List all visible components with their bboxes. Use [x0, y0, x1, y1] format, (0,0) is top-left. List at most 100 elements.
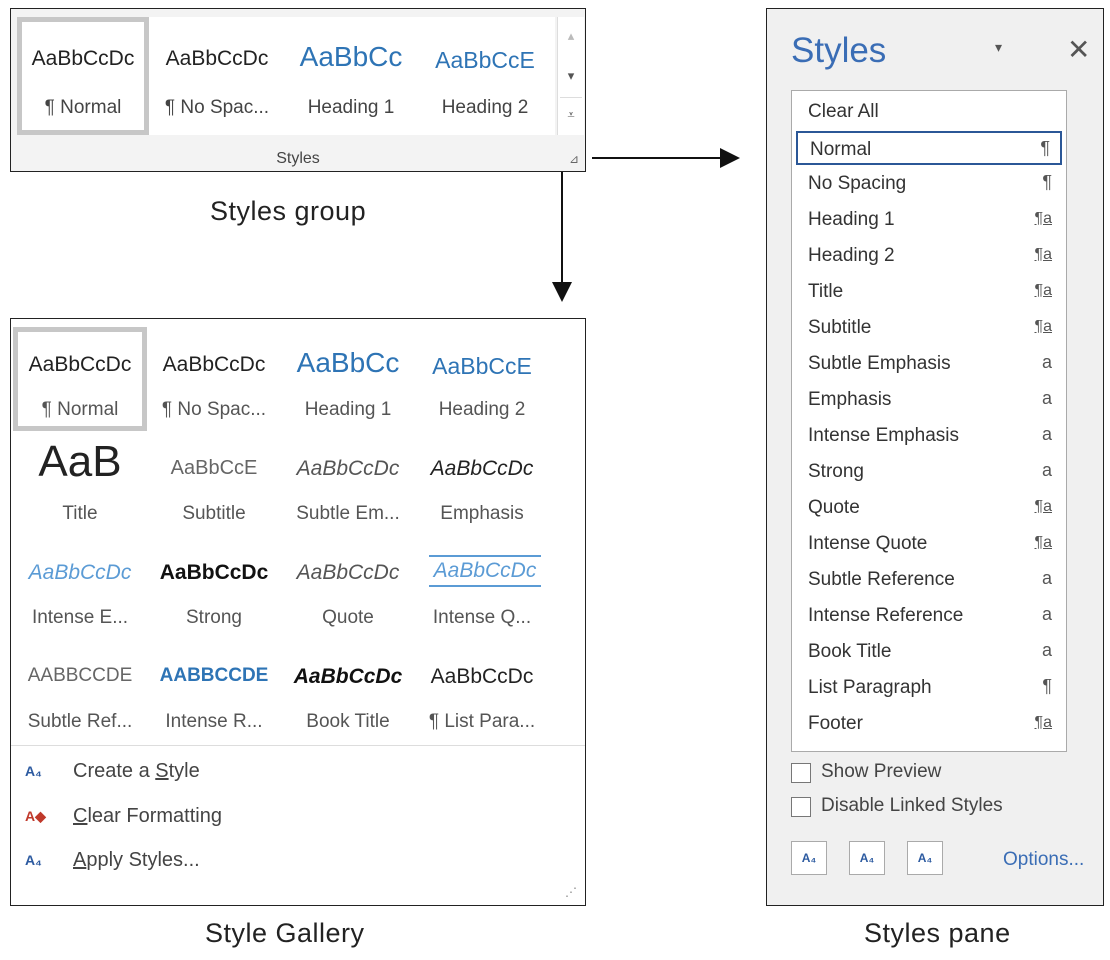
linked-style-icon: ¶a [1034, 282, 1053, 299]
caption-styles-group: Styles group [210, 196, 367, 226]
checkbox-label: Disable Linked Styles [821, 795, 1003, 816]
style-list-item[interactable]: Quote ¶a [796, 491, 1062, 525]
gallery-style-subtle-emphasis[interactable]: AaBbCcDc Subtle Em... [281, 431, 415, 535]
gallery-style-intense-quote[interactable]: AaBbCcDc Intense Q... [415, 535, 549, 639]
style-name: Book Title [306, 711, 390, 732]
caption-style-gallery: Style Gallery [205, 918, 365, 948]
gallery-style-heading-1[interactable]: AaBbCc Heading 1 [281, 327, 415, 431]
style-list-item[interactable]: Heading 1 ¶a [796, 203, 1062, 237]
resize-grip-icon[interactable]: ⋰ [565, 885, 577, 899]
style-list-item[interactable]: Strong a [796, 455, 1062, 489]
paragraph-style-icon: ¶ [1042, 172, 1052, 192]
style-name: ¶ List Para... [428, 711, 536, 732]
character-style-icon: a [1041, 640, 1052, 660]
style-list-label: Heading 1 [808, 209, 895, 230]
clear-formatting-command[interactable]: A◆ Clear Formatting [19, 796, 319, 836]
style-list-item[interactable]: Clear All [796, 95, 1062, 129]
style-sample: AaBbCcDc [293, 665, 403, 688]
gallery-style-strong[interactable]: AaBbCcDc Strong [147, 535, 281, 639]
style-gallery: AaBbCcDc ¶ Normal AaBbCcDc ¶ No Spac... … [10, 318, 586, 906]
style-list-label: Subtle Reference [808, 569, 955, 590]
style-name: Intense R... [165, 711, 263, 732]
style-list-item[interactable]: Subtitle ¶a [796, 311, 1062, 345]
gallery-style-book-title[interactable]: AaBbCcDc Book Title [281, 639, 415, 743]
gallery-style-heading-2[interactable]: AaBbCcE Heading 2 [415, 327, 549, 431]
gallery-style-subtle-reference[interactable]: AABBCCDE Subtle Ref... [13, 639, 147, 743]
gallery-style-intense-reference[interactable]: AABBCCDE Intense R... [147, 639, 281, 743]
style-list-label: Quote [808, 497, 860, 518]
style-sample: AaBbCc [296, 347, 400, 378]
character-style-icon: a [1041, 424, 1052, 444]
style-sample: AaBbCcDc [429, 555, 541, 587]
new-style-button[interactable]: A₄ [791, 841, 827, 875]
pane-title: Styles [791, 31, 887, 70]
style-list-label: Subtle Emphasis [808, 353, 951, 374]
gallery-style-emphasis[interactable]: AaBbCcDc Emphasis [415, 431, 549, 535]
gallery-style-subtitle[interactable]: AaBbCcE Subtitle [147, 431, 281, 535]
style-list-label: Title [808, 281, 844, 302]
style-list-item[interactable]: Emphasis a [796, 383, 1062, 417]
gallery-style-list-paragraph[interactable]: AaBbCcDc ¶ List Para... [415, 639, 549, 743]
style-sample: AaBbCcE [432, 353, 532, 379]
character-style-icon: a [1041, 352, 1052, 372]
gallery-style-quote[interactable]: AaBbCcDc Quote [281, 535, 415, 639]
style-name: ¶ No Spac... [161, 399, 267, 420]
style-list-item[interactable]: No Spacing ¶ [796, 167, 1062, 201]
gallery-divider [11, 745, 585, 746]
style-list-item[interactable]: Title ¶a [796, 275, 1062, 309]
checkbox-box[interactable] [791, 763, 811, 783]
checkbox-box[interactable] [791, 797, 811, 817]
style-list-item[interactable]: Intense Reference a [796, 599, 1062, 633]
style-name: ¶ Normal [41, 399, 119, 420]
style-sample: AaBbCcDc [296, 561, 400, 584]
gallery-style-title[interactable]: AaB Title [13, 431, 147, 535]
close-icon[interactable]: ✕ [1067, 33, 1090, 66]
style-list-item[interactable]: Intense Emphasis a [796, 419, 1062, 453]
style-list-label: Heading 2 [808, 245, 895, 266]
style-name: Emphasis [440, 503, 524, 524]
character-style-icon: a [1041, 604, 1052, 624]
gallery-style-intense-emphasis[interactable]: AaBbCcDc Intense E... [13, 535, 147, 639]
style-list-label: Book Title [808, 641, 892, 662]
gallery-style-no-spacing[interactable]: AaBbCcDc ¶ No Spac... [147, 327, 281, 431]
options-link[interactable]: Options... [1003, 849, 1084, 871]
create-style-command[interactable]: A₄ Create a Style [19, 751, 319, 791]
style-sample: AaBbCcDc [430, 457, 534, 480]
style-list-item[interactable]: Book Title a [796, 635, 1062, 669]
character-style-icon: a [1041, 568, 1052, 588]
style-list-item[interactable]: Subtle Reference a [796, 563, 1062, 597]
linked-style-icon: ¶a [1034, 210, 1053, 227]
apply-styles-command[interactable]: A₄ Apply Styles... [19, 840, 319, 880]
style-name: Heading 2 [438, 399, 526, 420]
style-sample: AaBbCcDc [28, 353, 132, 376]
checkbox-label: Show Preview [821, 761, 942, 782]
style-list-label: Emphasis [808, 389, 892, 410]
caption-styles-pane: Styles pane [864, 918, 1011, 948]
style-name: Strong [186, 607, 242, 628]
linked-style-icon: ¶a [1034, 318, 1053, 335]
clear-formatting-label: Clear Formatting [73, 805, 222, 827]
style-sample: AaBbCcDc [296, 457, 400, 480]
linked-style-icon: ¶a [1034, 246, 1053, 263]
gallery-style-normal[interactable]: AaBbCcDc ¶ Normal [13, 327, 147, 431]
style-list-item[interactable]: Normal ¶ [796, 131, 1062, 165]
character-style-icon: a [1041, 388, 1052, 408]
style-list-label: Clear All [808, 101, 879, 122]
style-list-item[interactable]: Heading 2 ¶a [796, 239, 1062, 273]
style-name: Subtle Ref... [27, 711, 133, 732]
linked-style-icon: ¶a [1034, 498, 1053, 515]
style-inspector-button[interactable]: A₄ [849, 841, 885, 875]
manage-styles-button[interactable]: A₄ [907, 841, 943, 875]
eraser-icon: A◆ [25, 808, 46, 824]
style-sample: AaB [38, 437, 122, 486]
styles-pane: Styles ▾ ✕ Clear All Normal ¶ No Spacing ¶ He… [766, 8, 1104, 906]
style-sample: AaBbCcDc [430, 665, 534, 688]
styles-list: Clear All Normal ¶ No Spacing ¶ Heading 1 ¶a He… [791, 90, 1067, 752]
style-list-item[interactable]: Subtle Emphasis a [796, 347, 1062, 381]
style-name: Subtle Em... [296, 503, 400, 524]
style-list-item[interactable]: Intense Quote ¶a [796, 527, 1062, 561]
style-sample: AaBbCcDc [162, 353, 266, 376]
style-list-item[interactable]: Footer ¶a [796, 707, 1062, 741]
pane-options-dropdown-icon[interactable]: ▾ [995, 39, 1002, 56]
style-list-item[interactable]: List Paragraph ¶ [796, 671, 1062, 705]
